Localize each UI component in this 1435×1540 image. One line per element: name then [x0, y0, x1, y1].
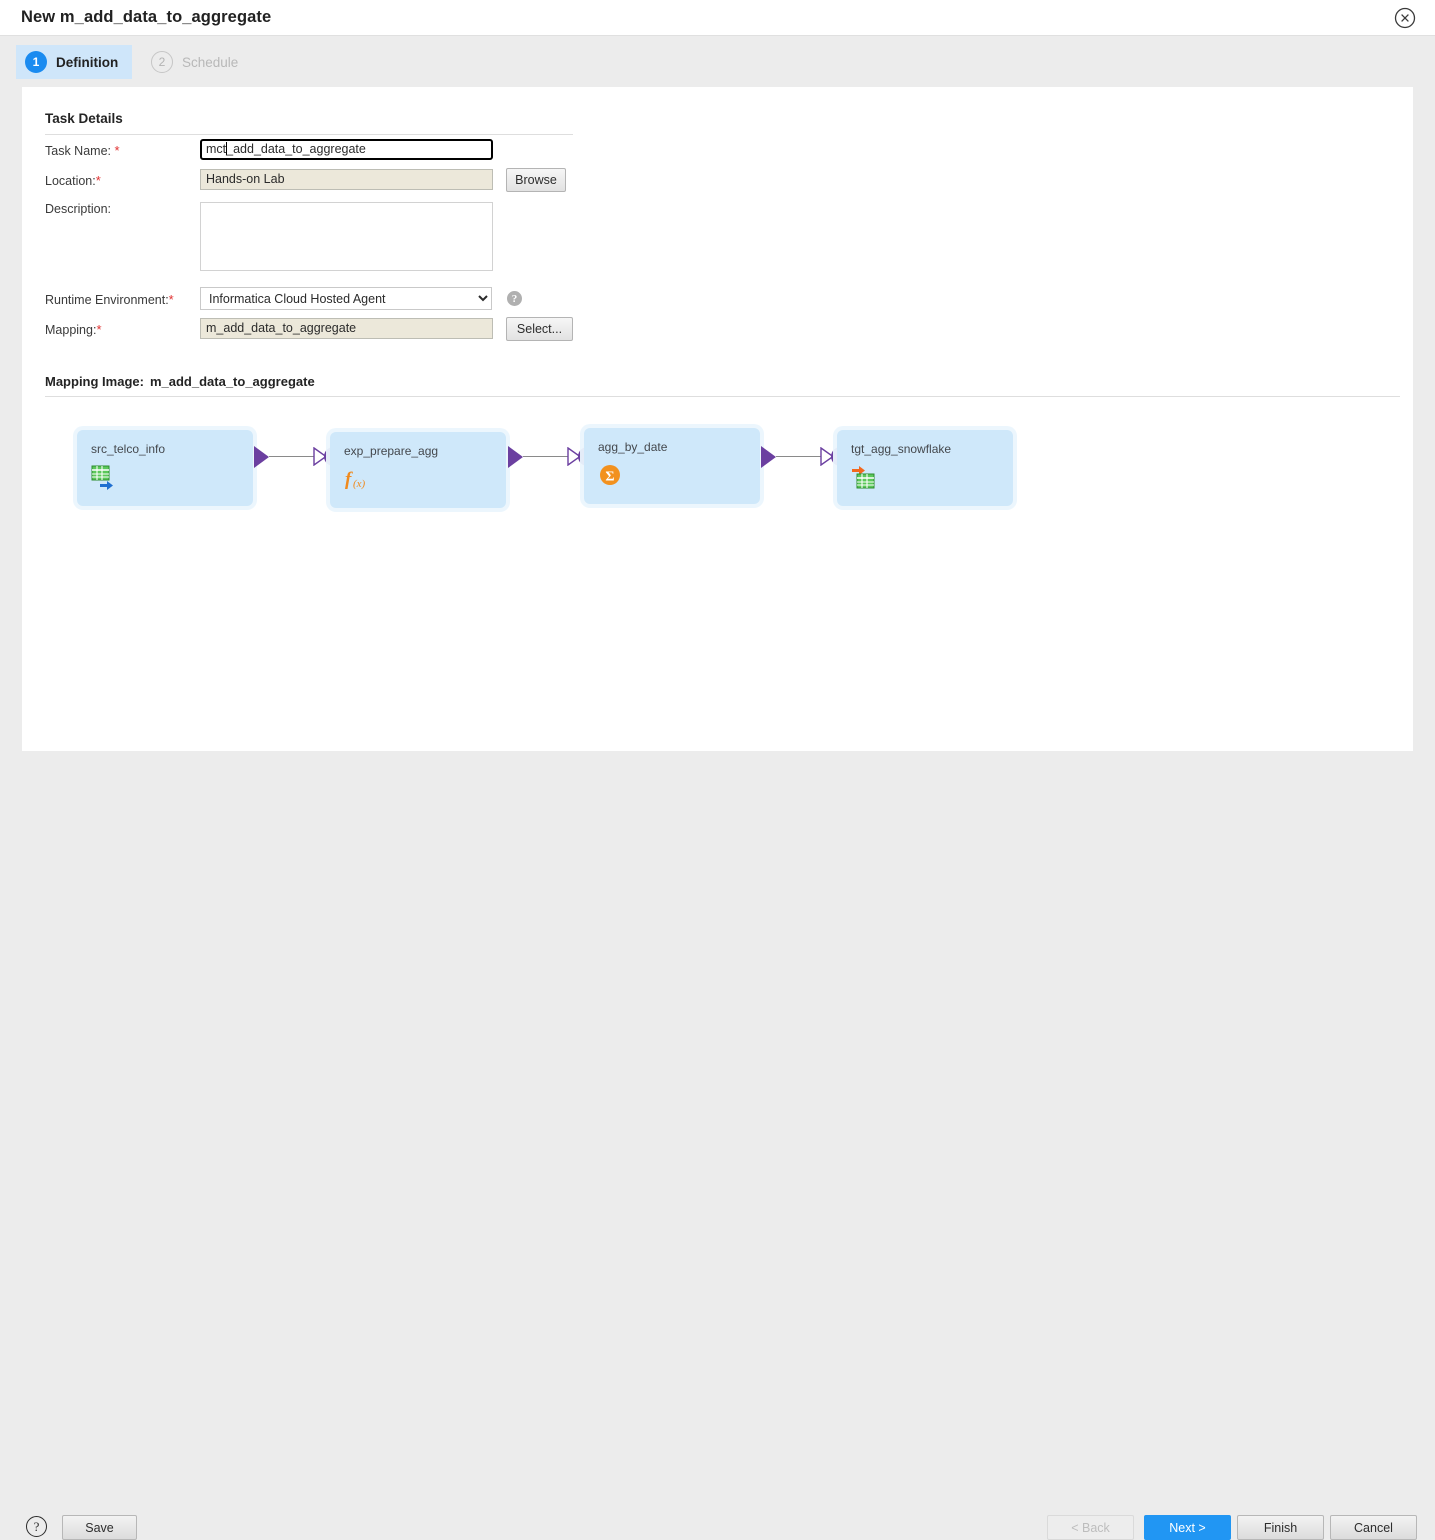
location-input[interactable]: Hands-on Lab [200, 169, 493, 190]
cancel-button[interactable]: Cancel [1330, 1515, 1417, 1540]
output-port-triangle[interactable] [508, 446, 523, 468]
svg-text:(x): (x) [353, 478, 366, 490]
aggregator-sigma-icon: Σ [598, 462, 624, 488]
tab-definition-label: Definition [56, 55, 118, 70]
description-label: Description: [45, 202, 111, 216]
next-button[interactable]: Next > [1144, 1515, 1231, 1540]
location-label: Location:* [45, 173, 101, 188]
description-textarea[interactable] [200, 202, 493, 271]
tab-definition[interactable]: 1 Definition [16, 45, 132, 79]
step-number-2: 2 [151, 51, 173, 73]
mapping-node-src-telco-info[interactable]: src_telco_info [77, 430, 253, 506]
connector-line [523, 456, 571, 457]
tab-schedule[interactable]: 2 Schedule [142, 45, 252, 79]
wizard-steps: 1 Definition 2 Schedule [0, 37, 1435, 87]
step-number-1: 1 [25, 51, 47, 73]
close-icon[interactable] [1394, 7, 1416, 29]
task-details-heading: Task Details [45, 111, 123, 126]
question-mark-icon[interactable]: ? [507, 291, 522, 306]
task-details-divider [45, 134, 573, 135]
window-title-bar: New m_add_data_to_aggregate [0, 0, 1435, 36]
question-mark-icon[interactable]: ? [26, 1516, 47, 1537]
connector-line [776, 456, 824, 457]
svg-text:Σ: Σ [605, 470, 614, 485]
mapping-image-header: Mapping Image: m_add_data_to_aggregate [45, 374, 315, 389]
node-label: tgt_agg_snowflake [851, 442, 951, 456]
tab-schedule-label: Schedule [182, 55, 238, 70]
mapping-image-divider [45, 396, 1400, 397]
task-name-input[interactable]: mct_add_data_to_aggregate [200, 139, 493, 160]
task-name-value-after-caret: _add_data_to_aggregate [226, 142, 366, 156]
back-button: < Back [1047, 1515, 1134, 1540]
mapping-node-agg-by-date[interactable]: agg_by_date Σ [584, 428, 760, 504]
expression-fx-icon: f (x) [344, 466, 370, 492]
svg-text:f: f [345, 469, 353, 490]
connector-line [269, 456, 317, 457]
mapping-label: Mapping:* [45, 322, 102, 337]
select-mapping-button[interactable]: Select... [506, 317, 573, 341]
node-label: src_telco_info [91, 442, 165, 456]
browse-button[interactable]: Browse [506, 168, 566, 192]
mapping-image-value: m_add_data_to_aggregate [150, 374, 315, 389]
runtime-environment-label: Runtime Environment:* [45, 292, 174, 307]
target-table-icon [851, 464, 877, 490]
node-label: agg_by_date [598, 440, 667, 454]
output-port-triangle[interactable] [254, 446, 269, 468]
finish-button[interactable]: Finish [1237, 1515, 1324, 1540]
task-name-label: Task Name: * [45, 143, 120, 158]
mapping-node-exp-prepare-agg[interactable]: exp_prepare_agg f (x) [330, 432, 506, 508]
runtime-environment-select[interactable]: Informatica Cloud Hosted Agent [200, 287, 492, 310]
save-button[interactable]: Save [62, 1515, 137, 1540]
mapping-node-tgt-agg-snowflake[interactable]: tgt_agg_snowflake [837, 430, 1013, 506]
mapping-image-label: Mapping Image: [45, 374, 144, 389]
dialog-footer: ? Save < Back Next > Finish Cancel [0, 751, 1435, 803]
output-port-triangle[interactable] [761, 446, 776, 468]
mapping-input[interactable]: m_add_data_to_aggregate [200, 318, 493, 339]
task-name-value-before-caret: mct [206, 142, 226, 156]
source-table-icon [91, 464, 117, 490]
mapping-canvas[interactable]: src_telco_info [45, 402, 1390, 592]
page-title: New m_add_data_to_aggregate [21, 8, 271, 27]
node-label: exp_prepare_agg [344, 444, 438, 458]
definition-panel: Task Details Task Name: * mct_add_data_t… [22, 87, 1413, 751]
